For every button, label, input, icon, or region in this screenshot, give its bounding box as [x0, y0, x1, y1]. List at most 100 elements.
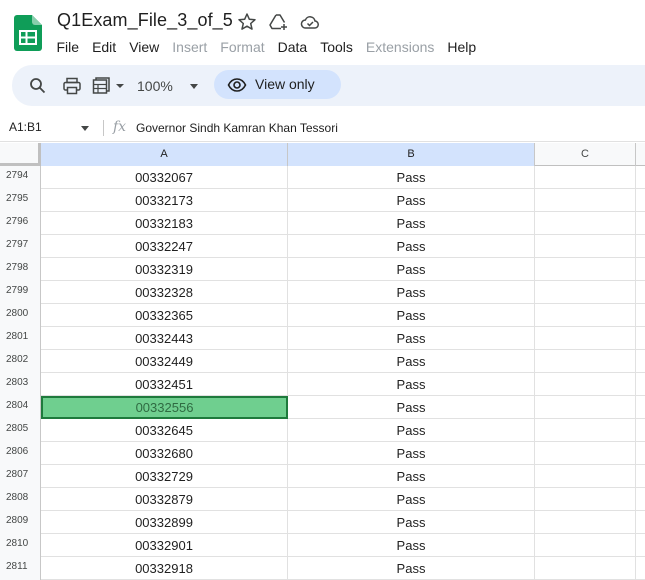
- row-header[interactable]: 2805: [0, 419, 41, 442]
- google-sheets-logo[interactable]: [14, 15, 42, 51]
- cell-a[interactable]: 00332328: [41, 281, 288, 304]
- cell-c[interactable]: [535, 235, 636, 258]
- row-header[interactable]: 2797: [0, 235, 41, 258]
- cell-b[interactable]: Pass: [288, 189, 535, 212]
- menu-extensions[interactable]: Extensions: [359, 37, 440, 57]
- cell-c[interactable]: [535, 534, 636, 557]
- zoom-select[interactable]: 100%: [137, 77, 173, 95]
- cloud-status-icon[interactable]: [300, 12, 320, 32]
- chevron-down-icon[interactable]: [81, 126, 89, 131]
- cell-a[interactable]: 00332451: [41, 373, 288, 396]
- cell-b[interactable]: Pass: [288, 488, 535, 511]
- row-header[interactable]: 2802: [0, 350, 41, 373]
- column-header-b[interactable]: B: [288, 143, 535, 166]
- row-header[interactable]: 2808: [0, 488, 41, 511]
- cell-b[interactable]: Pass: [288, 419, 535, 442]
- cell-b[interactable]: Pass: [288, 212, 535, 235]
- cell-b[interactable]: Pass: [288, 166, 535, 189]
- row-header[interactable]: 2811: [0, 557, 41, 580]
- row-header[interactable]: 2803: [0, 373, 41, 396]
- cell-c[interactable]: [535, 442, 636, 465]
- print-icon[interactable]: [62, 76, 82, 96]
- menu-file[interactable]: File: [50, 37, 86, 57]
- row-header[interactable]: 2809: [0, 511, 41, 534]
- cell-b[interactable]: Pass: [288, 350, 535, 373]
- column-header-c[interactable]: C: [535, 143, 636, 166]
- cell-c[interactable]: [535, 557, 636, 580]
- cell-c[interactable]: [535, 304, 636, 327]
- search-icon[interactable]: [28, 76, 48, 96]
- move-to-drive-icon[interactable]: [268, 12, 288, 32]
- cell-b[interactable]: Pass: [288, 258, 535, 281]
- menu-insert[interactable]: Insert: [166, 37, 214, 57]
- cell-b[interactable]: Pass: [288, 304, 535, 327]
- row-header[interactable]: 2810: [0, 534, 41, 557]
- cell-b[interactable]: Pass: [288, 373, 535, 396]
- cell-c[interactable]: [535, 212, 636, 235]
- cell-c[interactable]: [535, 465, 636, 488]
- chevron-down-icon[interactable]: [116, 84, 124, 88]
- cell-a[interactable]: 00332729: [41, 465, 288, 488]
- cell-c[interactable]: [535, 511, 636, 534]
- cell-c[interactable]: [535, 488, 636, 511]
- view-only-button[interactable]: View only: [214, 70, 341, 99]
- cell-c[interactable]: [535, 189, 636, 212]
- cell-a[interactable]: 00332173: [41, 189, 288, 212]
- cell-a[interactable]: 00332899: [41, 511, 288, 534]
- menu-tools[interactable]: Tools: [314, 37, 360, 57]
- formula-input[interactable]: Governor Sindh Kamran Khan Tessori: [136, 121, 338, 135]
- cell-b[interactable]: Pass: [288, 396, 535, 419]
- row-header[interactable]: 2798: [0, 258, 41, 281]
- cell-b[interactable]: Pass: [288, 235, 535, 258]
- cell-c[interactable]: [535, 373, 636, 396]
- menu-data[interactable]: Data: [271, 37, 314, 57]
- cell-c[interactable]: [535, 327, 636, 350]
- cell-a[interactable]: 00332680: [41, 442, 288, 465]
- cell-b[interactable]: Pass: [288, 465, 535, 488]
- cell-c[interactable]: [535, 396, 636, 419]
- menu-view[interactable]: View: [123, 37, 166, 57]
- active-cell[interactable]: 00332556: [41, 396, 288, 419]
- cell-c[interactable]: [535, 419, 636, 442]
- row-header[interactable]: 2796: [0, 212, 41, 235]
- cell-a[interactable]: 00332443: [41, 327, 288, 350]
- menu-help[interactable]: Help: [441, 37, 483, 57]
- cell-b[interactable]: Pass: [288, 534, 535, 557]
- cell-a[interactable]: 00332879: [41, 488, 288, 511]
- menu-edit[interactable]: Edit: [86, 37, 123, 57]
- cell-b[interactable]: Pass: [288, 511, 535, 534]
- print-view-icon[interactable]: [91, 76, 111, 96]
- row-header[interactable]: 2804: [0, 396, 41, 419]
- cell-a[interactable]: 00332319: [41, 258, 288, 281]
- cell-a[interactable]: 00332901: [41, 534, 288, 557]
- cell-c[interactable]: [535, 350, 636, 373]
- column-header-a[interactable]: A: [41, 143, 288, 166]
- cell-a[interactable]: 00332067: [41, 166, 288, 189]
- row-header[interactable]: 2801: [0, 327, 41, 350]
- row-header[interactable]: 2795: [0, 189, 41, 212]
- cell-a[interactable]: 00332365: [41, 304, 288, 327]
- row-header[interactable]: 2806: [0, 442, 41, 465]
- row-header[interactable]: 2799: [0, 281, 41, 304]
- cell-c[interactable]: [535, 166, 636, 189]
- chevron-down-icon[interactable]: [190, 84, 198, 89]
- cell-a[interactable]: 00332449: [41, 350, 288, 373]
- cell-a[interactable]: 00332247: [41, 235, 288, 258]
- star-icon[interactable]: [237, 12, 257, 32]
- select-all-corner[interactable]: [0, 143, 41, 166]
- cell-a[interactable]: 00332183: [41, 212, 288, 235]
- cell-c[interactable]: [535, 281, 636, 304]
- document-title[interactable]: Q1Exam_File_3_of_5: [57, 10, 233, 31]
- row-header[interactable]: 2807: [0, 465, 41, 488]
- cell-b[interactable]: Pass: [288, 281, 535, 304]
- cell-c[interactable]: [535, 258, 636, 281]
- cell-b[interactable]: Pass: [288, 557, 535, 580]
- row-header[interactable]: 2794: [0, 166, 41, 189]
- row-header[interactable]: 2800: [0, 304, 41, 327]
- menu-format[interactable]: Format: [214, 37, 271, 57]
- cell-b[interactable]: Pass: [288, 327, 535, 350]
- cell-b[interactable]: Pass: [288, 442, 535, 465]
- cell-a[interactable]: 00332918: [41, 557, 288, 580]
- name-box[interactable]: A1:B1: [9, 120, 42, 134]
- cell-a[interactable]: 00332645: [41, 419, 288, 442]
